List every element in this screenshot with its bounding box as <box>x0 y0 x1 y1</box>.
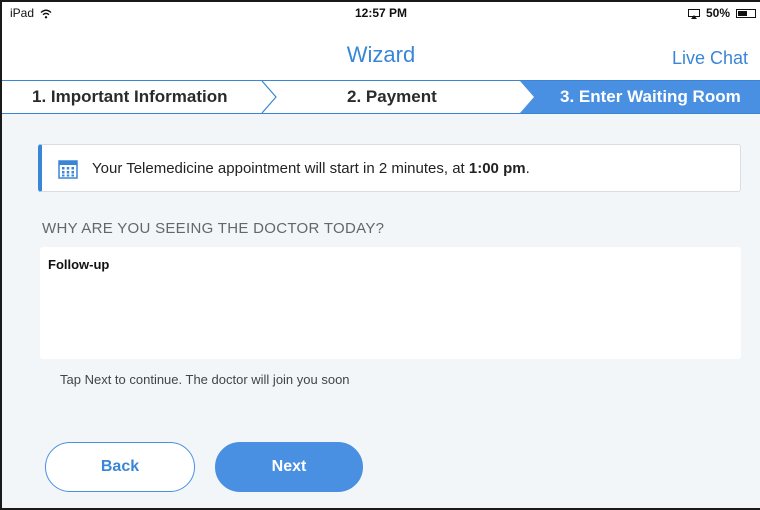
visit-reason-input[interactable]: Follow-up <box>40 247 741 359</box>
visit-reason-value: Follow-up <box>48 257 110 272</box>
wizard-steps: 1. Important Information 2. Payment 3. E… <box>2 80 760 114</box>
calendar-icon <box>58 160 78 179</box>
step-important-information[interactable]: 1. Important Information <box>32 81 228 113</box>
live-chat-link[interactable]: Live Chat <box>672 48 748 69</box>
chevron-right-icon <box>261 81 277 113</box>
appointment-banner: Your Telemedicine appointment will start… <box>38 144 741 192</box>
nav-bar: Wizard Live Chat <box>2 24 760 80</box>
appointment-time: 1:00 pm <box>468 160 526 177</box>
back-button[interactable]: Back <box>45 442 195 492</box>
step-payment[interactable]: 2. Payment <box>347 81 437 113</box>
visit-reason-label: WHY ARE YOU SEEING THE DOCTOR TODAY? <box>42 220 385 237</box>
airplay-icon <box>687 8 700 19</box>
battery-icon <box>736 8 756 18</box>
status-right: 50% <box>687 6 756 20</box>
appointment-message-suffix: . <box>525 160 530 177</box>
main-content: Your Telemedicine appointment will start… <box>2 114 760 508</box>
appointment-message: Your Telemedicine appointment will start… <box>92 160 530 177</box>
appointment-message-prefix: Your Telemedicine appointment will start… <box>92 160 469 177</box>
page-title: Wizard <box>346 42 416 67</box>
next-button[interactable]: Next <box>215 442 363 492</box>
status-time: 12:57 PM <box>354 6 408 20</box>
status-bar: iPad 12:57 PM 50% <box>2 2 760 24</box>
step-enter-waiting-room[interactable]: 3. Enter Waiting Room <box>560 81 741 113</box>
continue-hint: Tap Next to continue. The doctor will jo… <box>60 372 350 387</box>
battery-percent: 50% <box>705 6 730 20</box>
app-frame: iPad 12:57 PM 50% Wizard Live Chat 1. Im… <box>0 0 760 510</box>
